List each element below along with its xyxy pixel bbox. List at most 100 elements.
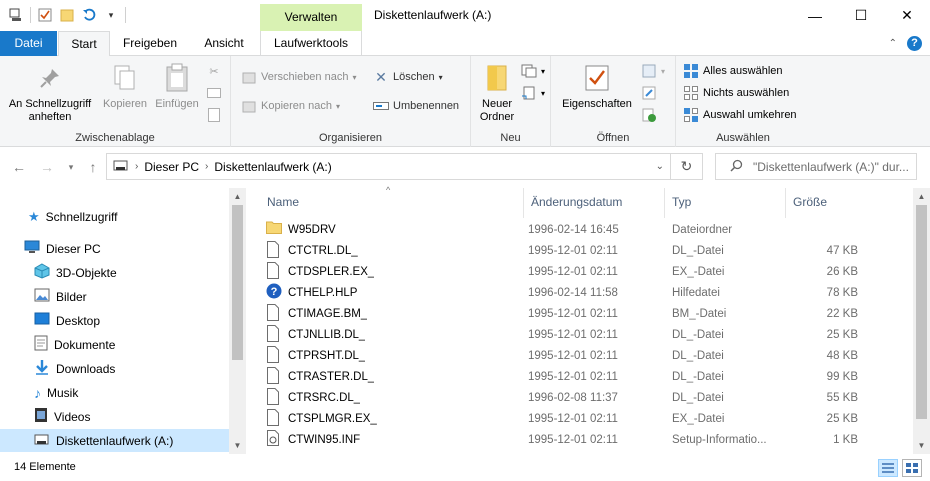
properties-button[interactable]: Eigenschaften [559,62,635,111]
cut-button[interactable]: ✂ [206,62,222,80]
minimize-button[interactable]: — [792,0,838,31]
new-folder-button[interactable]: Neuer Ordner [475,62,519,124]
scroll-down-arrow-icon[interactable]: ▼ [229,437,246,454]
table-row[interactable]: CTCTRL.DL_ 1995-12-01 02:11 DL_-Datei 47 KB [260,241,860,262]
navpane-scrollbar[interactable]: ▲ ▼ [229,188,246,454]
chevron-right-icon[interactable]: › [135,161,138,172]
table-row[interactable]: CTIMAGE.BM_ 1995-12-01 02:11 BM_-Datei 22 K… [260,304,860,325]
pin-quick-access-button[interactable]: An Schnellzugriff anheften [4,62,96,124]
breadcrumb-floppy-drive[interactable]: Diskettenlaufwerk (A:) [214,160,331,174]
column-header-date[interactable]: Änderungsdatum [524,188,665,218]
file-name: CTDSPLER.EX_ [288,266,375,278]
nav-item-documents[interactable]: Dokumente [0,333,229,356]
nav-item-floppy-drive[interactable]: Diskettenlaufwerk (A:) [0,429,229,452]
breadcrumb-this-pc[interactable]: Dieser PC [144,160,199,174]
group-organize: Verschieben nach ▾ Kopieren nach ▾ ✕ Lös… [231,56,471,147]
nav-label: 3D-Objekte [56,265,117,280]
rename-button[interactable]: Umbenennen [373,97,459,115]
file-type: EX_-Datei [672,266,725,278]
invert-selection-icon [683,107,699,123]
file-date: 1995-12-01 02:11 [528,413,618,425]
search-box[interactable]: "Diskettenlaufwerk (A:)" dur... [715,153,917,180]
nav-item-downloads[interactable]: Downloads [0,357,229,380]
table-row[interactable]: W95DRV 1996-02-14 16:45 Dateiordner [260,220,860,241]
column-header-size[interactable]: Größe [786,188,867,218]
group-clipboard: An Schnellzugriff anheften Kopieren Einf… [0,56,231,147]
table-row[interactable]: CTPRSHT.DL_ 1995-12-01 02:11 DL_-Datei 48 K… [260,346,860,367]
edit-button[interactable] [641,84,657,102]
details-view-icon[interactable] [878,459,898,477]
table-row[interactable]: CTWIN95.INF 1995-12-01 02:11 Setup-Informa… [260,430,860,451]
file-list: ^ Name Änderungsdatum Typ Größe W95DRV 19… [248,185,930,454]
dropdown-arrow-icon: ▾ [541,88,546,98]
open-button[interactable]: ▾ [641,62,665,80]
select-all-button[interactable]: Alles auswählen [683,62,783,80]
column-header-name[interactable]: Name [260,188,524,218]
column-header-type[interactable]: Typ [665,188,786,218]
help-icon[interactable]: ? [907,36,922,51]
table-row[interactable]: CTSPLMGR.EX_ 1995-12-01 02:11 EX_-Datei 25 … [260,409,860,430]
file-icon [266,241,282,258]
new-folder-qat-icon[interactable] [59,7,75,23]
new-item-button[interactable]: ▾ [521,62,545,80]
table-row[interactable]: CTJNLLIB.DL_ 1995-12-01 02:11 DL_-Datei 25 … [260,325,860,346]
file-icon [266,388,282,405]
tab-drive-tools[interactable]: Laufwerktools [260,31,362,56]
filelist-scrollbar[interactable]: ▲ ▼ [913,188,930,454]
up-arrow-icon[interactable]: ↑ [84,158,102,176]
nav-item-quick-access[interactable]: ★ Schnellzugriff [0,205,229,228]
edit-icon [641,85,657,101]
select-none-button[interactable]: Nichts auswählen [683,84,789,102]
scroll-up-arrow-icon[interactable]: ▲ [229,188,246,205]
move-to-button[interactable]: Verschieben nach ▾ [241,68,356,86]
scroll-down-arrow-icon[interactable]: ▼ [913,437,930,454]
tab-view[interactable]: Ansicht [195,31,253,56]
table-row[interactable]: CTRASTER.DL_ 1995-12-01 02:11 DL_-Datei 99 … [260,367,860,388]
tab-start[interactable]: Start [58,31,110,57]
title-bar: ▾ Verwalten Diskettenlaufwerk (A:) — ☐ ✕ [0,0,930,31]
tab-file[interactable]: Datei [0,31,57,56]
help-file-icon: ? [266,283,282,300]
tab-share[interactable]: Freigeben [113,31,187,56]
copy-path-button[interactable] [206,84,222,102]
file-name: CTSPLMGR.EX_ [288,413,377,425]
collapse-ribbon-icon[interactable]: ⌃ [889,38,897,49]
paste-button[interactable]: Einfügen [152,62,202,111]
copy-button[interactable]: Kopieren [100,62,150,111]
chevron-right-icon[interactable]: › [205,161,208,172]
easy-access-button[interactable]: ▾ [521,84,545,102]
invert-selection-button[interactable]: Auswahl umkehren [683,106,797,124]
back-arrow-icon[interactable]: ← [10,158,28,176]
large-icons-view-icon[interactable] [902,459,922,477]
nav-item-this-pc[interactable]: Dieser PC [0,237,229,260]
file-size: 48 KB [826,350,858,362]
recent-locations-chevron-icon[interactable]: ▾ [62,158,80,176]
nav-item-3d-objects[interactable]: 3D-Objekte [0,261,229,284]
refresh-icon[interactable]: ↻ [671,153,703,180]
properties-qat-icon[interactable] [8,7,24,23]
select-none-label: Nichts auswählen [703,87,790,99]
maximize-button[interactable]: ☐ [838,0,884,31]
scrollbar-thumb[interactable] [232,205,243,360]
checkmark-icon[interactable] [37,7,53,23]
forward-arrow-icon[interactable]: → [38,158,56,176]
paste-shortcut-button[interactable] [206,106,222,124]
qat-dropdown-icon[interactable]: ▾ [103,7,119,23]
address-dropdown-icon[interactable]: ⌄ [656,161,664,172]
table-row[interactable]: CTDSPLER.EX_ 1995-12-01 02:11 EX_-Datei 26 … [260,262,860,283]
nav-item-videos[interactable]: Videos [0,405,229,428]
delete-button[interactable]: ✕ Löschen ▾ [373,68,442,86]
nav-item-desktop[interactable]: Desktop [0,309,229,332]
table-row[interactable]: CTRSRC.DL_ 1996-02-08 11:37 DL_-Datei 55 KB [260,388,860,409]
address-bar[interactable]: › Dieser PC › Diskettenlaufwerk (A:) ⌄ [106,153,671,180]
nav-item-music[interactable]: ♪ Musik [0,381,229,404]
history-button[interactable] [641,106,657,124]
scrollbar-thumb[interactable] [916,205,927,419]
scroll-up-arrow-icon[interactable]: ▲ [913,188,930,205]
undo-icon[interactable] [81,7,97,23]
group-label-organize: Organisieren [319,132,382,144]
copy-to-button[interactable]: Kopieren nach ▾ [241,97,340,115]
table-row[interactable]: ? CTHELP.HLP 1996-02-14 11:58 Hilfedatei 78 … [260,283,860,304]
nav-item-pictures[interactable]: Bilder [0,285,229,308]
close-button[interactable]: ✕ [884,0,930,31]
